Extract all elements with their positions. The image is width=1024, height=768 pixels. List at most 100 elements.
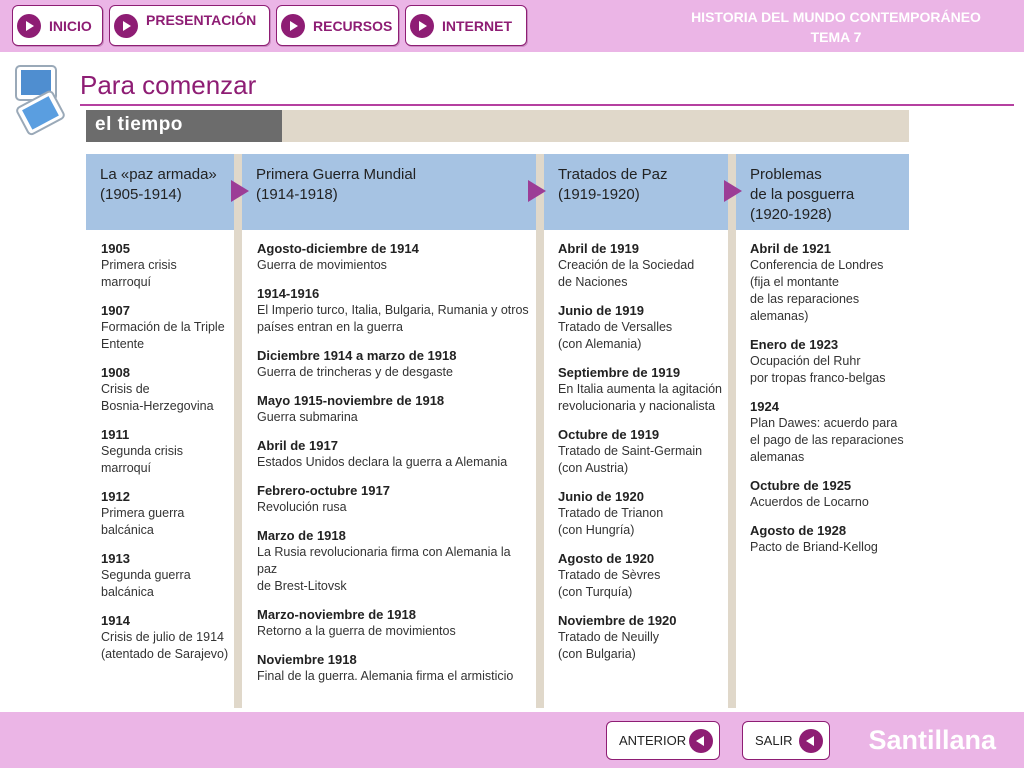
top-nav-bar: INICIO PRESENTACIÓN RECURSOS INTERNET HI… [0,0,1024,52]
list-item: Octubre de 1919 Tratado de Saint-Germain … [558,426,726,477]
event-date: 1912 [101,489,130,504]
list-item: Junio de 1919 Tratado de Versalles (con A… [558,302,726,353]
period-title: Primera Guerra Mundial (1914-1918) [256,166,417,203]
play-icon [281,13,305,38]
figure-tab: el tiempo [86,110,282,142]
event-date: Abril de 1921 [750,241,831,256]
list-item: 1911 Segunda crisis marroquí [101,426,231,477]
inicio-button[interactable]: INICIO [12,5,103,46]
event-text: Ocupación del Ruhr por tropas franco-bel… [750,354,886,385]
event-text: Revolución rusa [257,500,347,514]
subject-title: HISTORIA DEL MUNDO CONTEMPORÁNEO [691,9,981,25]
events-list-paz-armada: 1905 Primera crisis marroquí 1907 Formació… [101,240,231,674]
events-list-primera-guerra: Agosto-diciembre de 1914 Guerra de movimi… [257,240,533,696]
list-item: Junio de 1920 Tratado de Trianon (con Hun… [558,488,726,539]
period-header-primera-guerra: Primera Guerra Mundial (1914-1918) [242,154,536,230]
event-text: Retorno a la guerra de movimientos [257,624,456,638]
event-text: Primera crisis marroquí [101,258,177,289]
internet-button[interactable]: INTERNET [405,5,527,46]
list-item: Octubre de 1925 Acuerdos de Locarno [750,477,908,511]
play-icon [114,13,138,38]
event-date: 1914-1916 [257,286,320,301]
period-title: Problemas de la posguerra (1920-1928) [750,166,855,223]
anterior-button[interactable]: ANTERIOR [606,721,720,760]
event-date: Marzo-noviembre de 1918 [257,607,416,622]
list-item: Marzo de 1918 La Rusia revolucionaria fir… [257,527,533,595]
event-text: Guerra submarina [257,410,358,424]
salir-button[interactable]: SALIR [742,721,830,760]
column-divider [536,154,544,708]
list-item: 1908 Crisis de Bosnia-Herzegovina [101,364,231,415]
event-date: 1913 [101,551,130,566]
event-text: Crisis de Bosnia-Herzegovina [101,382,214,413]
list-item: 1924 Plan Dawes: acuerdo para el pago de … [750,398,908,466]
anterior-label: ANTERIOR [619,733,687,748]
presentacion-button[interactable]: PRESENTACIÓN [109,5,270,46]
period-header-paz-armada: La «paz armada» (1905-1914) [86,154,234,230]
event-text: Segunda crisis marroquí [101,444,183,475]
event-date: Febrero-octubre 1917 [257,483,390,498]
list-item: Enero de 1923 Ocupación del Ruhr por trop… [750,336,908,387]
period-header-tratados: Tratados de Paz (1919-1920) [544,154,728,230]
events-list-posguerra: Abril de 1921 Conferencia de Londres (fij… [750,240,908,567]
event-text: Formación de la Triple Entente [101,320,225,351]
event-date: Noviembre de 1920 [558,613,677,628]
event-date: Agosto-diciembre de 1914 [257,241,419,256]
publisher-logo: Santillana [868,725,996,755]
event-text: Acuerdos de Locarno [750,495,869,509]
play-icon [410,13,434,38]
list-item: Noviembre de 1920 Tratado de Neuilly (con… [558,612,726,663]
page-title: Para comenzar [80,70,257,100]
event-text: El Imperio turco, Italia, Bulgaria, Ruma… [257,303,529,334]
event-date: Enero de 1923 [750,337,839,352]
list-item: Febrero-octubre 1917 Revolución rusa [257,482,533,516]
event-date: Abril de 1919 [558,241,639,256]
event-date: 1924 [750,399,779,414]
event-text: La Rusia revolucionaria firma con Aleman… [257,545,511,593]
event-date: 1907 [101,303,130,318]
event-date: Diciembre 1914 a marzo de 1918 [257,348,457,363]
internet-label: INTERNET [442,17,512,34]
event-date: Agosto de 1920 [558,551,655,566]
salir-label: SALIR [755,733,793,748]
list-item: Septiembre de 1919 En Italia aumenta la a… [558,364,726,415]
event-text: Guerra de movimientos [257,258,387,272]
event-date: Octubre de 1919 [558,427,660,442]
timeline-arrow-icon [724,180,742,202]
header-title: HISTORIA DEL MUNDO CONTEMPORÁNEO TEMA 7 [666,7,1006,47]
monitor-icon [14,64,66,141]
event-text: Conferencia de Londres (fija el montante… [750,258,884,323]
event-date: Septiembre de 1919 [558,365,681,380]
timeline-arrow-icon [231,180,249,202]
recursos-button[interactable]: RECURSOS [276,5,399,46]
event-text: Segunda guerra balcánica [101,568,191,599]
unit-title: TEMA 7 [810,29,862,45]
event-text: Creación de la Sociedad de Naciones [558,258,695,289]
event-text: Tratado de Versalles (con Alemania) [558,320,673,351]
event-text: Crisis de julio de 1914 (atentado de Sar… [101,630,229,661]
event-text: Estados Unidos declara la guerra a Alema… [257,455,508,469]
event-text: Tratado de Neuilly (con Bulgaria) [558,630,659,661]
inicio-label: INICIO [49,17,92,34]
event-text: Pacto de Briand-Kellog [750,540,878,554]
column-divider [728,154,736,708]
event-date: Noviembre 1918 [257,652,357,667]
event-date: Abril de 1917 [257,438,338,453]
list-item: Abril de 1919 Creación de la Sociedad de … [558,240,726,291]
list-item: Agosto de 1920 Tratado de Sèvres (con Tur… [558,550,726,601]
event-text: Plan Dawes: acuerdo para el pago de las … [750,416,904,464]
list-item: Mayo 1915-noviembre de 1918 Guerra submar… [257,392,533,426]
back-arrow-icon [799,729,823,753]
list-item: Marzo-noviembre de 1918 Retorno a la guer… [257,606,533,640]
event-date: 1908 [101,365,130,380]
figure-tab-label: el tiempo [95,114,183,135]
list-item: Abril de 1921 Conferencia de Londres (fij… [750,240,908,325]
title-divider [80,104,1014,106]
event-date: Junio de 1919 [558,303,644,318]
timeline-figure: el tiempo La «paz armada» (1905-1914) 19… [86,110,909,708]
event-text: Final de la guerra. Alemania firma el ar… [257,669,514,683]
list-item: 1914-1916 El Imperio turco, Italia, Bulga… [257,285,533,336]
list-item: Agosto-diciembre de 1914 Guerra de movimi… [257,240,533,274]
event-date: Mayo 1915-noviembre de 1918 [257,393,445,408]
event-text: Tratado de Sèvres (con Turquía) [558,568,661,599]
